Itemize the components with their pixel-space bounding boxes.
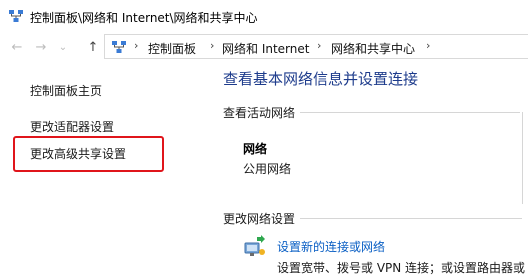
up-arrow-icon: ↑ [87,39,99,55]
setup-description: 设置宽带、拨号或 VPN 连接；或设置路由器或 [277,261,526,275]
network-name: 网络 [243,142,268,156]
address-bar[interactable]: › 控制面板 › 网络和 Internet › 网络和共享中心 › [104,34,528,59]
title-bar: 控制面板\网络和 Internet\网络和共享中心 [0,0,528,32]
window-title: 控制面板\网络和 Internet\网络和共享中心 [30,11,258,25]
forward-button[interactable]: → [32,37,50,57]
navigation-bar: ← → ⌄ ↑ › 控制面板 › 网络和 Internet › 网络和共享中心 … [0,34,528,60]
network-icon [112,41,126,53]
divider [300,218,522,219]
highlight-box [13,136,164,172]
back-arrow-icon: ← [11,39,23,55]
chevron-down-icon: ⌄ [58,41,68,53]
divider [300,112,520,113]
network-type: 公用网络 [243,162,292,176]
new-connection-icon [244,235,265,256]
chevron-right-icon: › [426,39,431,52]
sidebar-item-change-adapter-settings[interactable]: 更改适配器设置 [30,118,114,135]
up-button[interactable]: ↑ [84,37,102,57]
breadcrumb-network-internet[interactable]: 网络和 Internet [222,40,309,57]
chevron-right-icon: › [210,39,215,52]
network-icon [9,10,23,22]
chevron-right-icon: › [134,39,139,52]
setup-new-connection-link[interactable]: 设置新的连接或网络 [277,238,385,255]
change-settings-label: 更改网络设置 [223,212,296,226]
recent-locations-button[interactable]: ⌄ [54,37,72,57]
breadcrumb-control-panel[interactable]: 控制面板 [148,40,196,57]
page-title: 查看基本网络信息并设置连接 [223,70,419,88]
breadcrumb-network-sharing-center[interactable]: 网络和共享中心 [331,40,415,57]
active-networks-label: 查看活动网络 [223,106,296,120]
divider [522,112,523,204]
sidebar-item-control-panel-home[interactable]: 控制面板主页 [30,82,102,99]
forward-arrow-icon: → [35,39,47,55]
back-button[interactable]: ← [8,37,26,57]
chevron-right-icon: › [317,39,322,52]
